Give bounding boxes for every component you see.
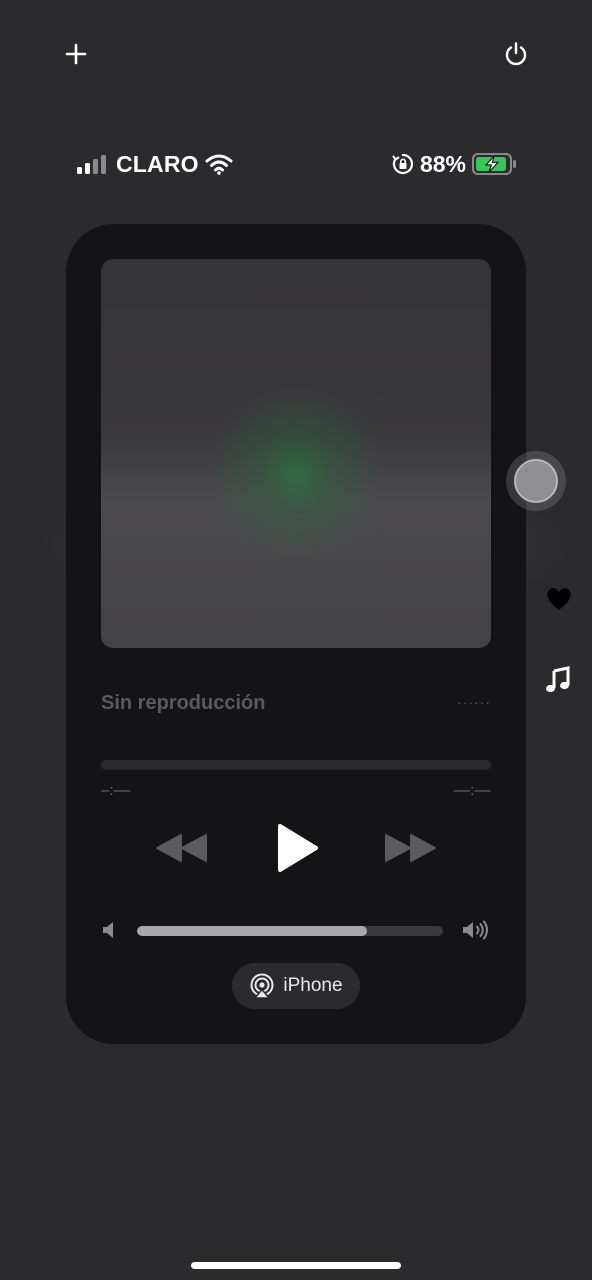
volume-low-icon <box>103 922 113 938</box>
now-playing-card: Sin reproducción ······ –:–– ––:–– iPhon… <box>66 224 526 1044</box>
remaining-time: ––:–– <box>453 782 491 799</box>
handle-knob <box>514 459 558 503</box>
heart-icon <box>547 588 571 610</box>
track-title: Sin reproducción <box>101 692 266 714</box>
play-button[interactable] <box>272 820 322 876</box>
rewind-icon <box>156 834 207 862</box>
album-artwork-placeholder <box>101 259 491 648</box>
airplay-audio-icon <box>250 973 274 999</box>
more-options-dots[interactable]: ······ <box>457 694 491 710</box>
output-device-label: iPhone <box>283 975 343 996</box>
favorite-button[interactable] <box>546 588 572 617</box>
music-widget-button[interactable] <box>545 666 571 699</box>
status-bar-right: 88% <box>392 151 518 178</box>
plus-icon <box>65 43 87 65</box>
signal-icon <box>77 155 106 174</box>
add-button[interactable] <box>56 34 96 74</box>
fast-forward-button[interactable] <box>382 830 438 866</box>
widget-page-handle[interactable] <box>506 451 566 511</box>
lock-screen-music-widget: CLARO 88% Sin reproducción ······ –:–– –… <box>0 0 592 1280</box>
airplay-output-button[interactable]: iPhone <box>232 963 360 1009</box>
fast-forward-icon <box>385 834 436 862</box>
status-bar: CLARO 88% <box>76 146 518 182</box>
power-icon <box>505 42 527 66</box>
home-indicator[interactable] <box>191 1262 401 1269</box>
orientation-lock-icon <box>392 153 414 175</box>
playback-scrubber[interactable] <box>101 760 491 770</box>
battery-percentage: 88% <box>419 150 466 177</box>
volume-high-icon <box>463 920 488 940</box>
status-bar-left: CLARO <box>76 151 233 178</box>
volume-slider[interactable] <box>137 926 443 936</box>
rewind-button[interactable] <box>154 830 210 866</box>
battery-charging-icon <box>472 153 516 175</box>
play-icon <box>278 824 318 872</box>
power-button[interactable] <box>496 34 536 74</box>
elapsed-time: –:–– <box>101 782 131 799</box>
volume-slider-fill <box>137 926 367 936</box>
volume-control <box>101 918 491 946</box>
transport-controls <box>66 820 526 880</box>
carrier-name: CLARO <box>116 150 199 177</box>
music-note-icon <box>546 666 570 693</box>
wifi-icon <box>205 154 233 175</box>
